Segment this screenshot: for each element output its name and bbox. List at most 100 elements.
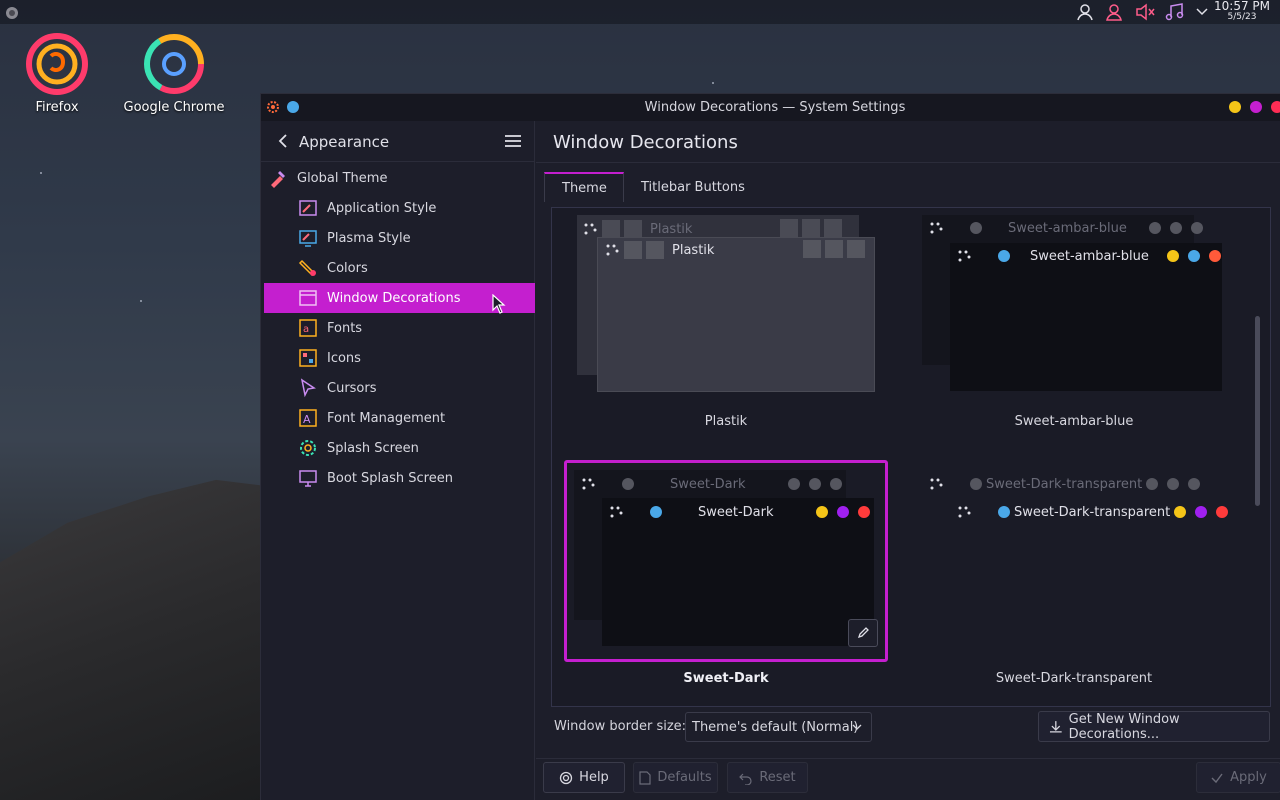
sidebar-item-font-management[interactable]: A Font Management — [297, 403, 535, 433]
maximize-button[interactable] — [1250, 101, 1262, 113]
window-titlebar[interactable]: Window Decorations — System Settings — [261, 94, 1280, 121]
preview-titlebar: Sweet-ambar-blue — [956, 248, 1221, 264]
minimize-button[interactable] — [1229, 101, 1241, 113]
theme-name-sweet-ambar-blue: Sweet-ambar-blue — [1014, 414, 1134, 429]
preview-title: Sweet-Dark — [698, 504, 774, 520]
page-title: Window Decorations — [553, 132, 738, 153]
get-new-decorations-button[interactable]: Get New Window Decorations... — [1038, 711, 1270, 742]
grid-scrollbar[interactable] — [1255, 316, 1260, 506]
clock[interactable]: 10:57 PM 5/5/23 — [1214, 0, 1270, 23]
main-panel: Window Decorations Theme Titlebar Button… — [536, 121, 1280, 800]
wallpaper-star — [140, 300, 142, 302]
wallpaper-star — [712, 82, 714, 84]
clock-date: 5/5/23 — [1227, 12, 1257, 22]
sidebar-item-fonts[interactable]: a Fonts — [297, 313, 535, 343]
preview-pin-dot — [622, 478, 634, 490]
preview-titlebar: Sweet-Dark — [608, 504, 870, 520]
divider — [536, 162, 1280, 163]
preview-dot — [1169, 222, 1182, 234]
sidebar-item-plasma-style[interactable]: Plasma Style — [297, 223, 535, 253]
sidebar-header: Appearance — [261, 121, 534, 162]
preview-title: Sweet-ambar-blue — [1008, 220, 1127, 236]
preview-title: Sweet-Dark-transparent — [1014, 504, 1171, 520]
sidebar-item-label: Application Style — [327, 200, 437, 216]
icons-icon — [297, 347, 319, 369]
sidebar-item-boot-splash-screen[interactable]: Boot Splash Screen — [297, 463, 535, 493]
desktop-icon-firefox[interactable]: Firefox — [2, 32, 112, 115]
preview-title: Sweet-Dark — [670, 476, 746, 492]
preview-minimize-dot — [1166, 250, 1179, 262]
theme-card-sweet-dark-transparent[interactable]: Sweet-Dark-transparent Sweet-Dark-transp… — [922, 470, 1234, 660]
theme-card-plastik[interactable]: Plastik Plastik — [574, 215, 886, 405]
reset-button[interactable]: Reset — [727, 762, 808, 793]
preview-menu-button — [602, 220, 620, 238]
kde-menu-icon — [606, 244, 619, 256]
sidebar-item-application-style[interactable]: Application Style — [297, 193, 535, 223]
kde-menu-icon — [958, 250, 971, 262]
preview-pin-button — [646, 241, 664, 259]
chevron-down-icon[interactable] — [1195, 4, 1209, 18]
preview-titlebar: Sweet-ambar-blue — [928, 220, 1203, 236]
preview-window-controls — [803, 240, 869, 262]
preview-menu-button — [624, 241, 642, 259]
preview-close-dot — [1216, 506, 1229, 518]
colors-icon — [297, 257, 319, 279]
preview-minimize-button — [803, 240, 821, 258]
border-size-select[interactable]: Theme's default (Normal) — [685, 712, 872, 742]
help-icon — [560, 771, 573, 784]
apply-button[interactable]: Apply — [1196, 762, 1280, 793]
defaults-label: Defaults — [657, 770, 712, 785]
theme-card-sweet-ambar-blue[interactable]: Sweet-ambar-blue Sweet-ambar-blue — [922, 215, 1234, 405]
back-arrow-icon[interactable] — [277, 133, 289, 149]
preview-pin-dot — [650, 506, 662, 518]
svg-text:a: a — [303, 324, 309, 335]
preview-titlebar: Sweet-Dark — [580, 476, 842, 492]
defaults-button[interactable]: Defaults — [633, 762, 718, 793]
border-size-label: Window border size: — [554, 719, 687, 734]
kde-menu-icon — [582, 478, 595, 490]
music-icon[interactable] — [1164, 2, 1186, 22]
chrome-icon — [144, 34, 204, 94]
close-button[interactable] — [1271, 101, 1280, 113]
preview-minimize-dot — [815, 506, 828, 518]
app-launcher-icon[interactable] — [4, 2, 20, 22]
preview-pin-dot — [998, 506, 1010, 518]
configure-decoration-button[interactable] — [848, 619, 878, 647]
sidebar-item-label: Global Theme — [297, 170, 388, 186]
wallpaper-mountain — [0, 479, 270, 800]
preview-dot — [1167, 478, 1180, 490]
undo-icon — [739, 773, 752, 785]
sidebar-item-cursors[interactable]: Cursors — [297, 373, 535, 403]
tab-titlebar-buttons[interactable]: Titlebar Buttons — [624, 172, 762, 202]
sidebar-item-label: Boot Splash Screen — [327, 470, 453, 486]
window-title: Window Decorations — System Settings — [644, 100, 906, 115]
sidebar-item-label: Font Management — [327, 410, 446, 426]
download-icon — [1049, 720, 1062, 733]
preview-front-window — [602, 498, 874, 646]
preview-minimize-dot — [1174, 506, 1187, 518]
global-theme-icon — [267, 167, 289, 189]
tab-theme[interactable]: Theme — [544, 172, 624, 202]
sidebar-item-label: Icons — [327, 350, 361, 366]
sidebar-item-icons[interactable]: Icons — [297, 343, 535, 373]
sidebar-header-title: Appearance — [299, 133, 390, 151]
preview-maximize-dot — [1195, 506, 1208, 518]
preview-maximize-button — [825, 240, 843, 258]
user-pink-icon[interactable] — [1104, 2, 1124, 22]
desktop-icon-chrome[interactable]: Google Chrome — [119, 32, 229, 115]
sidebar-item-colors[interactable]: Colors — [297, 253, 535, 283]
kde-menu-icon — [930, 478, 943, 490]
application-style-icon — [297, 197, 319, 219]
theme-card-sweet-dark[interactable]: Sweet-Dark Sweet-Dark — [574, 470, 886, 660]
sidebar-item-global-theme[interactable]: Global Theme — [267, 163, 538, 193]
user-icon[interactable] — [1075, 2, 1095, 22]
sidebar-item-splash-screen[interactable]: Splash Screen — [297, 433, 535, 463]
preview-title: Plastik — [650, 221, 693, 237]
pencil-icon — [857, 627, 869, 639]
hamburger-menu-icon[interactable] — [504, 134, 522, 148]
help-button[interactable]: Help — [543, 762, 625, 793]
preview-close-dot — [1208, 250, 1221, 262]
preview-title: Sweet-Dark-transparent — [986, 476, 1143, 492]
tab-label: Titlebar Buttons — [641, 179, 745, 195]
volume-muted-icon[interactable] — [1135, 2, 1157, 22]
